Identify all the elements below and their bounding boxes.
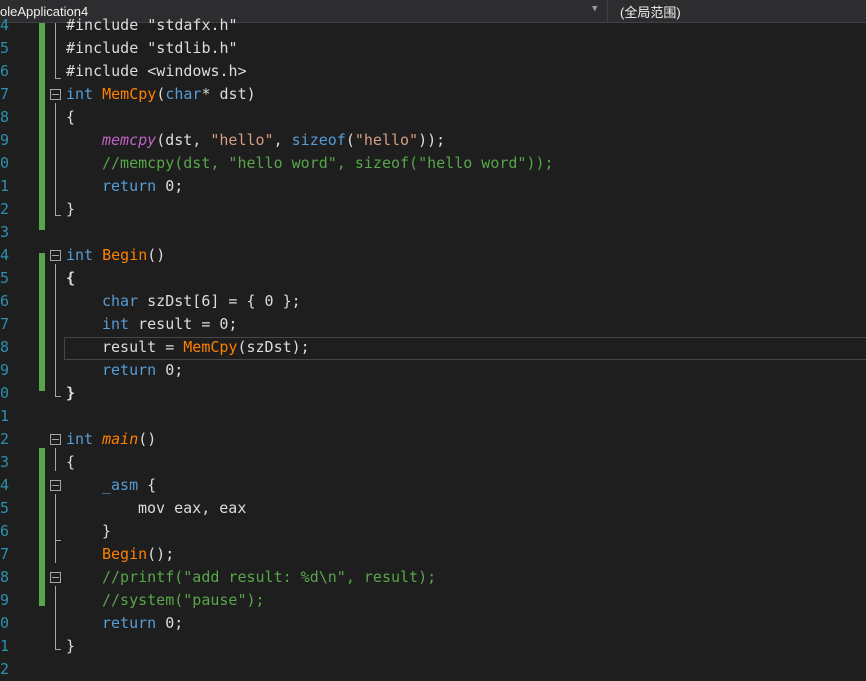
line-number: 2 <box>0 200 10 218</box>
line-number: 6 <box>0 62 10 80</box>
code-text: int main() <box>66 430 157 448</box>
line-number: 6 <box>0 522 10 540</box>
code-line: 9 return 0; <box>0 359 866 382</box>
code-line: 0 //memcpy(dst, "hello word", sizeof("he… <box>0 152 866 175</box>
code-line: 1 return 0; <box>0 175 866 198</box>
line-number: 7 <box>0 315 10 333</box>
code-text: char szDst[6] = { 0 }; <box>102 292 301 310</box>
line-number: 5 <box>0 39 10 57</box>
code-line: 2 int main() <box>0 428 866 451</box>
line-number: 0 <box>0 614 10 632</box>
line-number: 8 <box>0 338 10 356</box>
code-text: int MemCpy(char* dst) <box>66 85 256 103</box>
code-comment: //printf("add result: %d\n", result); <box>102 568 437 586</box>
line-number: 8 <box>0 568 10 586</box>
code-text: #include <windows.h> <box>66 62 247 80</box>
code-text: return 0; <box>102 614 184 632</box>
code-text: } <box>66 200 76 218</box>
code-text: { <box>66 453 76 471</box>
line-number: 6 <box>0 292 10 310</box>
code-text: } <box>66 637 76 655</box>
code-line: 1 <box>0 405 866 428</box>
code-text: int result = 0; <box>102 315 238 333</box>
line-number: 7 <box>0 85 10 103</box>
line-number: 4 <box>0 16 10 34</box>
line-number: 4 <box>0 476 10 494</box>
code-line: 7 Begin(); <box>0 543 866 566</box>
line-number: 8 <box>0 108 10 126</box>
code-line: 5 { <box>0 267 866 290</box>
code-text: { <box>66 269 76 287</box>
code-line: 4 _asm { <box>0 474 866 497</box>
code-text: return 0; <box>102 177 184 195</box>
code-editor[interactable]: 4 #include "stdafx.h" 5 #include "stdlib… <box>0 16 866 681</box>
code-line: 3 { <box>0 451 866 474</box>
line-number: 9 <box>0 361 10 379</box>
line-number: 5 <box>0 269 10 287</box>
code-text: } <box>102 522 112 540</box>
line-number: 4 <box>0 246 10 264</box>
code-line: 4 int Begin() <box>0 244 866 267</box>
line-number: 5 <box>0 499 10 517</box>
code-line: 7 int result = 0; <box>0 313 866 336</box>
code-text: memcpy(dst, "hello", sizeof("hello")); <box>102 131 446 149</box>
code-line: 2 <box>0 658 866 681</box>
code-text: } <box>66 384 76 402</box>
code-line: 8 { <box>0 106 866 129</box>
code-text: result = MemCpy(szDst); <box>102 338 310 356</box>
line-number: 1 <box>0 177 10 195</box>
line-number: 7 <box>0 545 10 563</box>
code-text: mov eax, eax <box>138 499 247 517</box>
line-number: 1 <box>0 637 10 655</box>
code-line: 2 } <box>0 198 866 221</box>
code-line: 6 } <box>0 520 866 543</box>
code-line: 0 } <box>0 382 866 405</box>
code-comment: //system("pause"); <box>102 591 265 609</box>
code-text: return 0; <box>102 361 184 379</box>
line-number: 9 <box>0 591 10 609</box>
chevron-down-icon[interactable]: ▼ <box>592 4 597 14</box>
code-text: Begin(); <box>102 545 175 563</box>
code-line: 6 char szDst[6] = { 0 }; <box>0 290 866 313</box>
code-line: 9 memcpy(dst, "hello", sizeof("hello")); <box>0 129 866 152</box>
line-number: 3 <box>0 223 10 241</box>
line-number: 0 <box>0 154 10 172</box>
code-line: 1 } <box>0 635 866 658</box>
code-text: _asm { <box>102 476 157 494</box>
code-line: 8 //printf("add result: %d\n", result); <box>0 566 866 589</box>
code-line: 5 mov eax, eax <box>0 497 866 520</box>
current-code-line: 8 result = MemCpy(szDst); <box>0 336 866 360</box>
code-line: 4 #include "stdafx.h" <box>0 14 866 37</box>
line-number: 2 <box>0 660 10 678</box>
code-line: 6 #include <windows.h> <box>0 60 866 83</box>
code-line: 3 <box>0 221 866 244</box>
code-text: #include "stdlib.h" <box>66 39 238 57</box>
code-text: int Begin() <box>66 246 166 264</box>
code-line: 5 #include "stdlib.h" <box>0 37 866 60</box>
line-number: 3 <box>0 453 10 471</box>
line-number: 2 <box>0 430 10 448</box>
code-line: 0 return 0; <box>0 612 866 635</box>
code-comment: //memcpy(dst, "hello word", sizeof("hell… <box>102 154 554 172</box>
code-line: 9 //system("pause"); <box>0 589 866 612</box>
line-number: 0 <box>0 384 10 402</box>
code-line: 7 int MemCpy(char* dst) <box>0 83 866 106</box>
line-number: 1 <box>0 407 10 425</box>
code-text: { <box>66 108 76 126</box>
line-number: 9 <box>0 131 10 149</box>
code-text: #include "stdafx.h" <box>66 16 238 34</box>
